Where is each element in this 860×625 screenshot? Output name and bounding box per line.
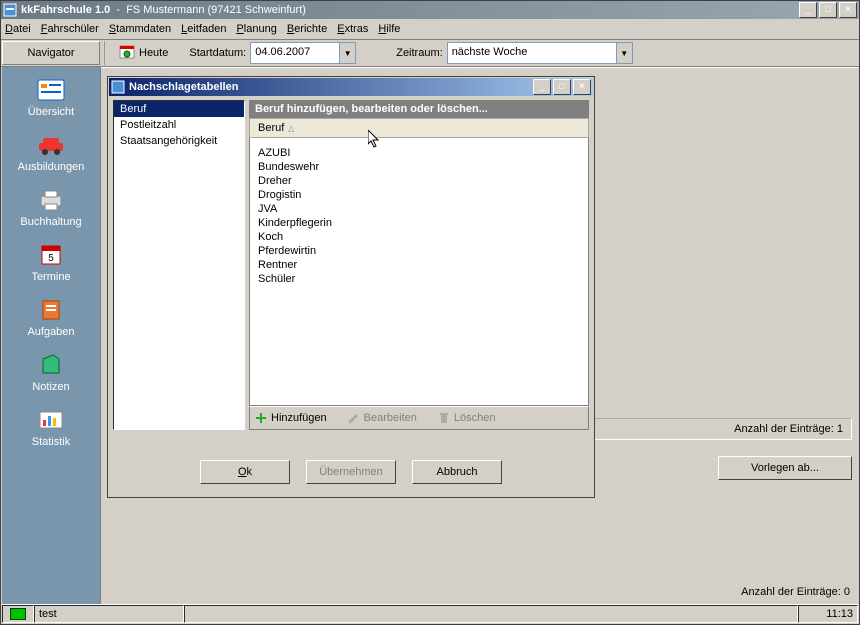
status-led-cell (2, 605, 34, 623)
dropdown-icon[interactable]: ▼ (339, 43, 355, 63)
apply-button: Übernehmen (306, 460, 396, 484)
list-item[interactable]: Koch (258, 230, 580, 244)
plus-icon (254, 411, 268, 425)
nav-uebersicht[interactable]: Übersicht (6, 73, 96, 122)
status-led-icon (10, 608, 26, 620)
status-text: test (34, 605, 184, 623)
list-item[interactable]: Drogistin (258, 188, 580, 202)
car-icon (35, 132, 67, 158)
category-postleitzahl[interactable]: Postleitzahl (114, 117, 244, 133)
navigator-sidebar: Übersicht Ausbildungen Buchhaltung 5 Ter… (2, 67, 101, 604)
dropdown-icon[interactable]: ▼ (616, 43, 632, 63)
nav-termine[interactable]: 5 Termine (6, 238, 96, 287)
startdatum-input[interactable] (251, 43, 339, 61)
today-button[interactable]: Heute (110, 41, 177, 65)
items-list[interactable]: AZUBI Bundeswehr Dreher Drogistin JVA Ki… (249, 138, 589, 406)
startdatum-label: Startdatum: (189, 47, 246, 59)
close-button[interactable]: ✕ (839, 2, 857, 18)
right-panel-header: Beruf hinzufügen, bearbeiten oder lösche… (249, 100, 589, 118)
sort-asc-icon: △ (288, 124, 294, 133)
nav-aufgaben[interactable]: Aufgaben (6, 293, 96, 342)
dialog-minimize-button[interactable]: _ (533, 79, 551, 95)
startdatum-combo[interactable]: ▼ (250, 42, 356, 64)
status-time: 11:13 (798, 605, 858, 623)
notes-icon (35, 352, 67, 378)
calendar-page-icon: 5 (35, 242, 67, 268)
delete-button: Löschen (437, 411, 496, 425)
nav-notizen[interactable]: Notizen (6, 348, 96, 397)
menu-berichte[interactable]: Berichte (287, 23, 327, 35)
navigator-heading[interactable]: Navigator (2, 41, 100, 65)
edit-button: Bearbeiten (347, 411, 417, 425)
dialog-close-button[interactable]: ✕ (573, 79, 591, 95)
trash-icon (437, 411, 451, 425)
list-item[interactable]: Rentner (258, 258, 580, 272)
app-icon (3, 3, 17, 17)
svg-text:5: 5 (48, 253, 54, 264)
zeitraum-label: Zeitraum: (396, 47, 442, 59)
list-item[interactable]: Kinderpflegerin (258, 216, 580, 230)
list-toolbar: Hinzufügen Bearbeiten Löschen (249, 406, 589, 430)
menu-hilfe[interactable]: Hilfe (378, 23, 400, 35)
menu-leitfaden[interactable]: Leitfaden (181, 23, 226, 35)
list-item[interactable]: Pferdewirtin (258, 244, 580, 258)
menubar: Datei Fahrschüler Stammdaten Leitfaden P… (1, 19, 859, 40)
statusbar: test 11:13 (2, 604, 858, 623)
menu-datei[interactable]: Datei (5, 23, 31, 35)
dialog-titlebar[interactable]: Nachschlagetabellen _ □ ✕ (109, 78, 593, 96)
printer-icon (35, 187, 67, 213)
zeitraum-combo[interactable]: ▼ (447, 42, 633, 64)
zeitraum-input[interactable] (448, 43, 616, 61)
column-header[interactable]: Beruf △ (249, 118, 589, 138)
list-item[interactable]: JVA (258, 202, 580, 216)
toolbar: Navigator Heute Startdatum: ▼ Zeitraum: … (1, 40, 859, 67)
category-staatsangehoerigkeit[interactable]: Staatsangehörigkeit (114, 133, 244, 149)
nav-ausbildungen[interactable]: Ausbildungen (6, 128, 96, 177)
nav-buchhaltung[interactable]: Buchhaltung (6, 183, 96, 232)
menu-extras[interactable]: Extras (337, 23, 368, 35)
maximize-button[interactable]: □ (819, 2, 837, 18)
dialog-icon (111, 80, 125, 94)
entries-count-0: Anzahl der Einträge: 0 (741, 586, 850, 598)
dialog-maximize-button[interactable]: □ (553, 79, 571, 95)
overview-icon (35, 77, 67, 103)
list-item[interactable]: Dreher (258, 174, 580, 188)
entries-count-1: Anzahl der Einträge: 1 (734, 423, 843, 435)
category-beruf[interactable]: Beruf (114, 101, 244, 117)
list-item[interactable]: AZUBI (258, 146, 580, 160)
tasks-icon (35, 297, 67, 323)
dialog-button-row: Ok Übernehmen Abbruch (113, 454, 589, 492)
window-titlebar[interactable]: kkFahrschule 1.0 - FS Mustermann (97421 … (1, 1, 859, 19)
add-button[interactable]: Hinzufügen (254, 411, 327, 425)
pencil-icon (347, 411, 361, 425)
cancel-button[interactable]: Abbruch (412, 460, 502, 484)
chart-icon (35, 407, 67, 433)
calendar-icon (119, 44, 135, 63)
lookup-dialog: Nachschlagetabellen _ □ ✕ Beruf Postleit… (108, 77, 594, 497)
category-list[interactable]: Beruf Postleitzahl Staatsangehörigkeit (113, 100, 245, 430)
dialog-title: Nachschlagetabellen (129, 81, 533, 93)
menu-planung[interactable]: Planung (236, 23, 276, 35)
toolbar-separator (103, 41, 106, 65)
status-spacer (184, 605, 798, 623)
minimize-button[interactable]: _ (799, 2, 817, 18)
ok-button[interactable]: Ok (200, 460, 290, 484)
list-item[interactable]: Bundeswehr (258, 160, 580, 174)
menu-fahrschueler[interactable]: Fahrschüler (41, 23, 99, 35)
list-item[interactable]: Schüler (258, 272, 580, 286)
menu-stammdaten[interactable]: Stammdaten (109, 23, 171, 35)
vorlegen-button[interactable]: Vorlegen ab... (718, 456, 852, 480)
nav-statistik[interactable]: Statistik (6, 403, 96, 452)
window-title: kkFahrschule 1.0 - FS Mustermann (97421 … (21, 4, 799, 16)
